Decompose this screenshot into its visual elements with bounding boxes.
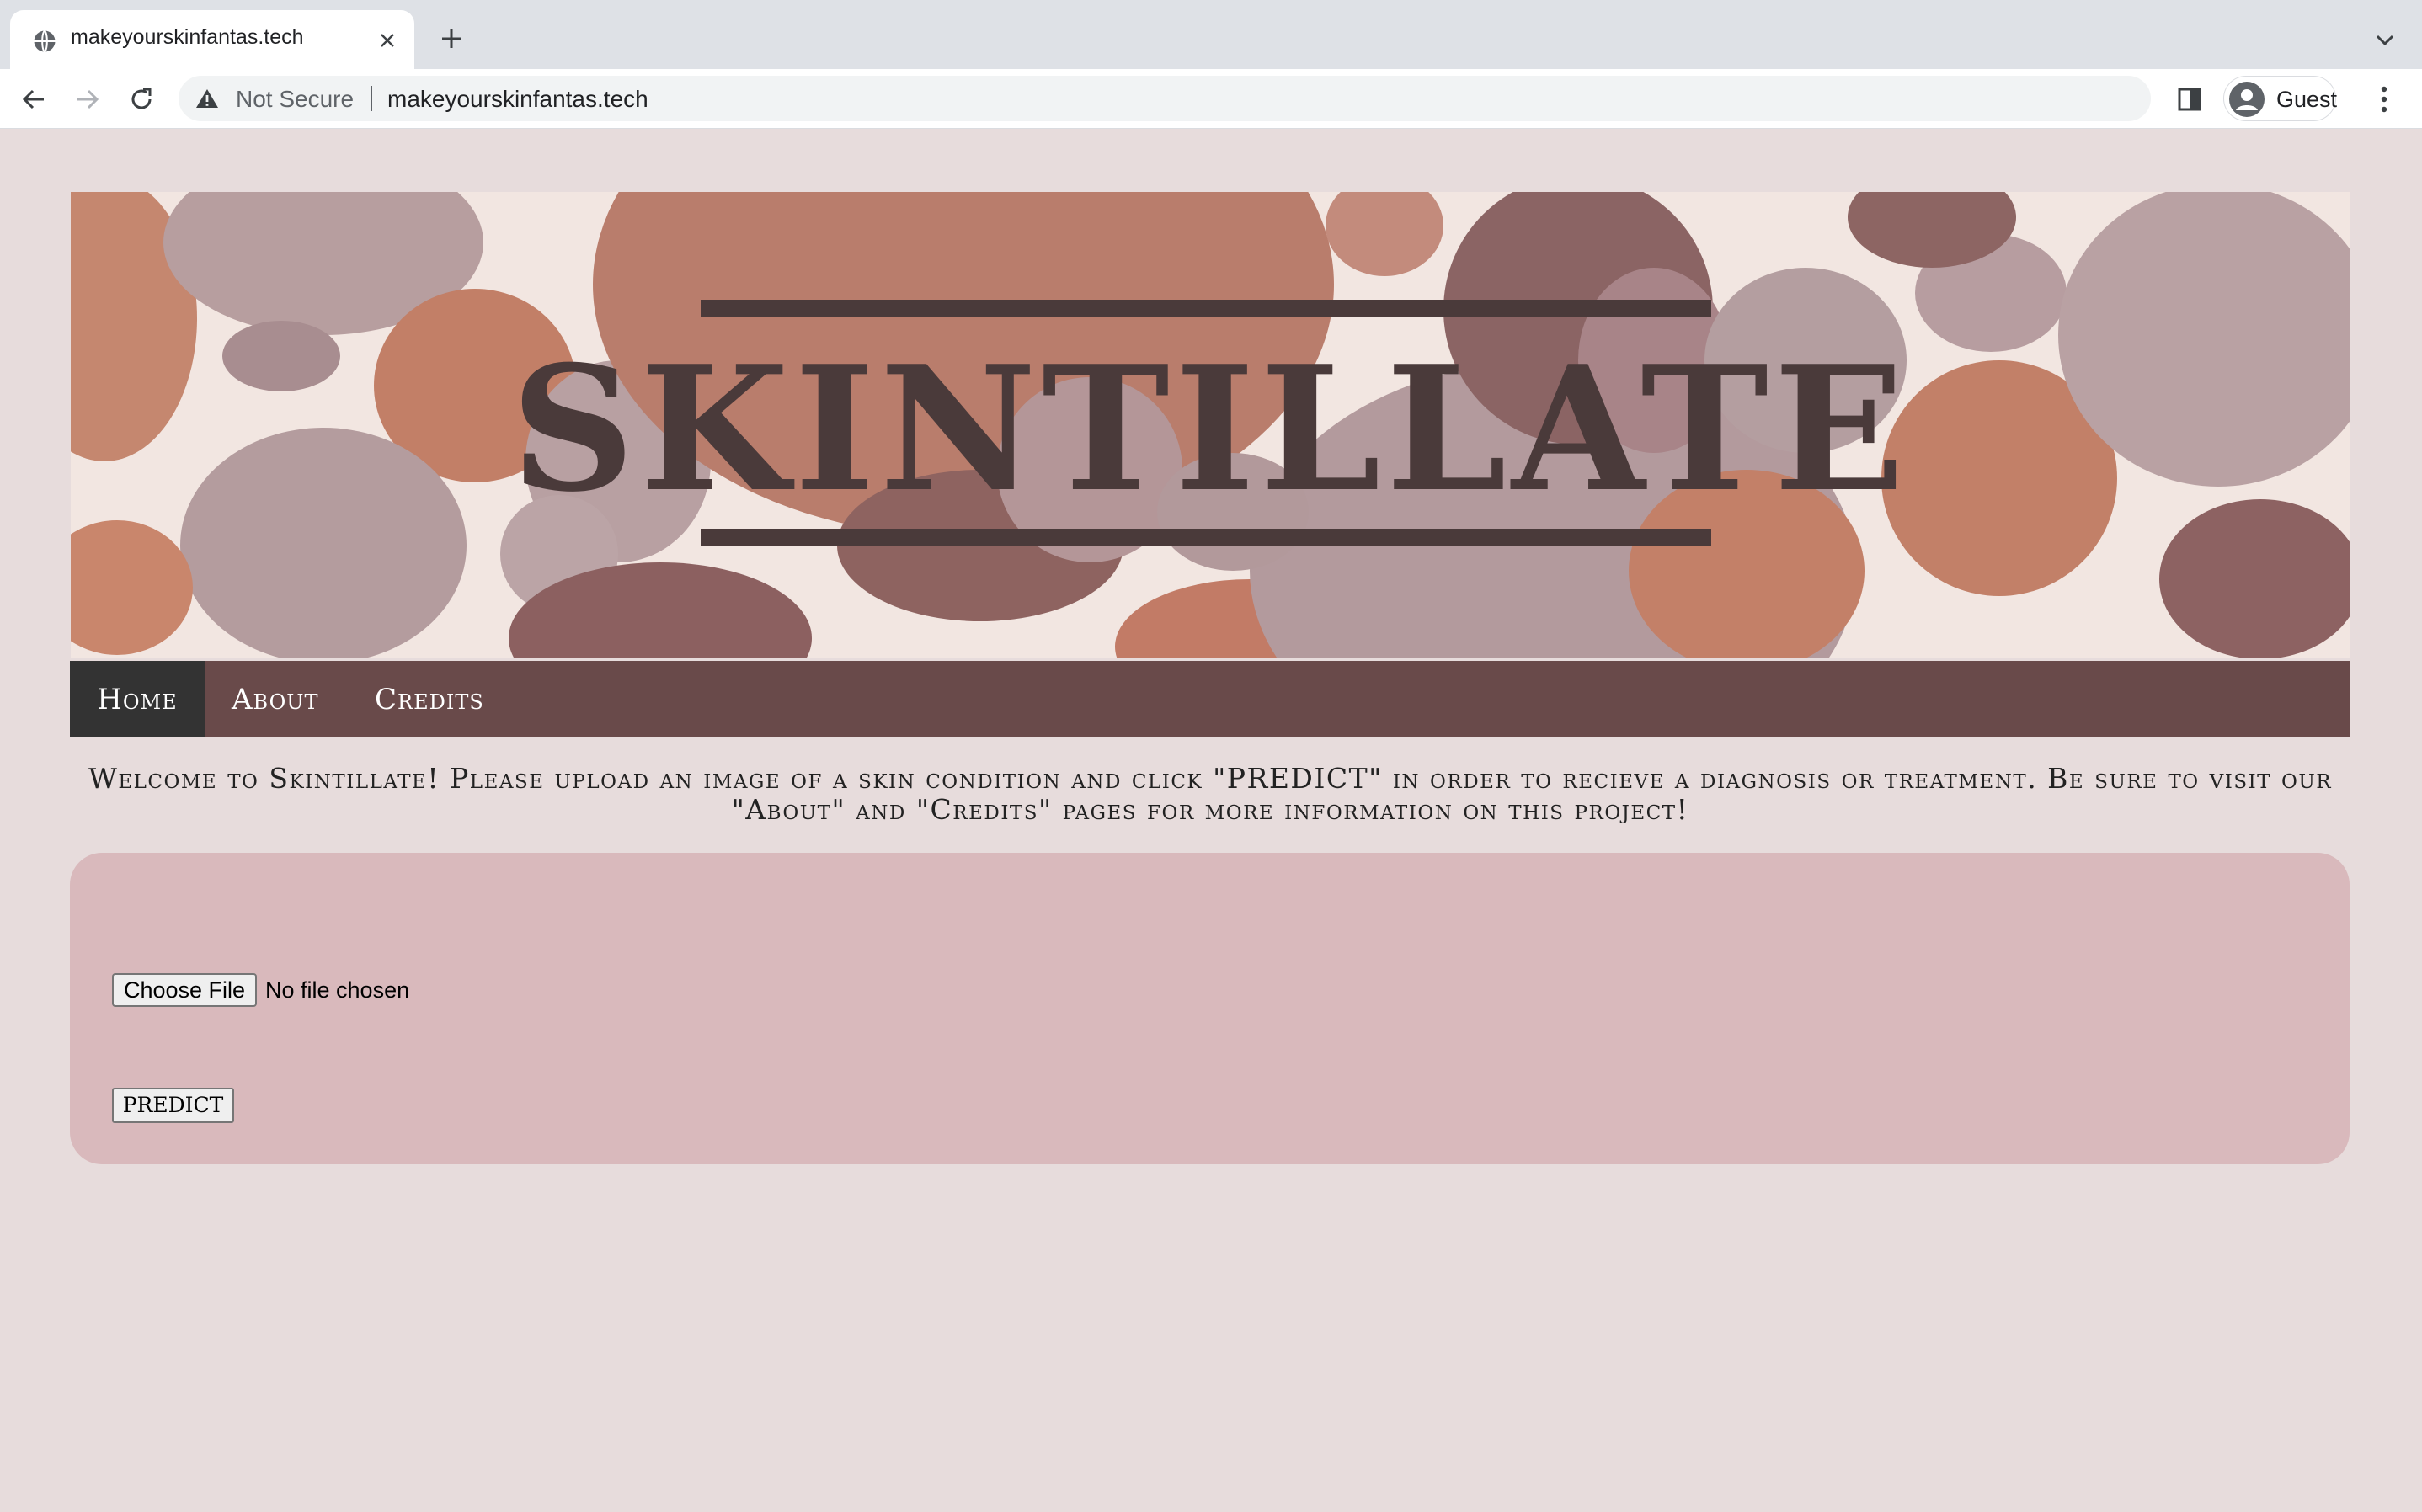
predict-button[interactable]: PREDICT [112,1088,234,1123]
side-panel-icon[interactable] [2174,84,2205,114]
welcome-message: Welcome to Skintillate! Please upload an… [88,762,2333,826]
reload-icon[interactable] [125,83,158,116]
profile-button[interactable]: Guest [2223,76,2338,121]
warning-icon [196,89,218,108]
profile-name: Guest [2276,87,2338,112]
browser-toolbar: Not Secure makeyourskinfantas.tech Guest [0,69,2422,129]
logo-wordmark: SKINTILLATE [510,328,1910,530]
close-tab-icon[interactable] [374,27,401,54]
url-text[interactable]: makeyourskinfantas.tech [387,86,648,113]
file-status-text: No file chosen [265,977,410,1003]
address-bar[interactable]: Not Secure makeyourskinfantas.tech [179,76,2151,121]
address-divider [371,86,372,111]
header-banner: SKINTILLATE [71,192,2350,658]
tab-title: makeyourskinfantas.tech [71,25,304,49]
browser-tab-strip: makeyourskinfantas.tech [0,0,2422,69]
upload-panel: Choose File No file chosen PREDICT [70,853,2350,1164]
browser-tab[interactable]: makeyourskinfantas.tech [10,10,414,69]
globe-icon [34,29,56,53]
chevron-down-icon[interactable] [2368,25,2402,56]
avatar-icon [2229,82,2265,117]
security-status[interactable]: Not Secure [236,86,354,113]
forward-arrow-icon[interactable] [71,83,104,116]
nav-item-home[interactable]: Home [70,661,205,737]
nav-item-credits[interactable]: Credits [375,661,484,737]
nav-item-about[interactable]: About [232,661,319,737]
choose-file-button[interactable]: Choose File [112,973,257,1007]
back-arrow-icon[interactable] [17,83,51,116]
main-nav: Home About Credits [70,661,2350,737]
new-tab-plus-icon[interactable] [436,24,467,54]
more-menu-icon[interactable] [2371,83,2397,116]
